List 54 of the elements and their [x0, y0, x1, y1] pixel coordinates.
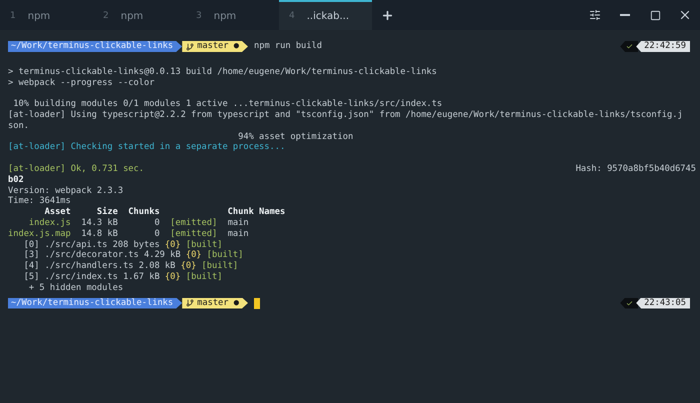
output-text: b02 — [8, 174, 24, 185]
output-text: index.js.map — [8, 228, 71, 239]
close-icon — [678, 8, 692, 22]
output-text: [built] — [200, 261, 238, 272]
output-text: 10% building modules 0/1 modules 1 active ...terminus-clickable-links/src/index.ts — [12, 99, 442, 110]
branch-name: master ● — [197, 298, 239, 309]
output-text: {0} — [186, 250, 202, 260]
output-text: index.js — [28, 218, 71, 228]
output-text: Version: webpack 2.3.3 — [8, 186, 124, 196]
output-text: [emitted] — [170, 218, 218, 228]
output-text: 94% asset optimization — [237, 132, 354, 142]
prompt-time: 22:42:59 — [636, 41, 690, 52]
prompt-path: ~/Work/terminus-clickable-links — [8, 41, 182, 52]
plus-icon — [380, 8, 394, 22]
output-text: son. — [8, 120, 29, 131]
output-text: > terminus-clickable-links@0.0.13 build /home/eugene/Work/terminus-clickable-links — [8, 66, 437, 77]
output-text: [emitted] — [170, 228, 218, 239]
output-text: [3] ./src/decorator.ts 4.29 kB — [22, 250, 182, 260]
output-text: [at-loader] Using typescript@2.2.2 from typescript and "tsconfig.json" from /home/eugene/Work/terminus-clickable-links/tsconfig.j — [8, 110, 683, 120]
output-text: Asset Size Chunks Chunk Names — [44, 207, 286, 218]
output-text: main — [226, 228, 249, 239]
output-text: 14.3 kB 0 — [80, 218, 161, 228]
command-text: npm run build — [254, 41, 322, 52]
output-text: [built] — [184, 240, 222, 250]
minimize-icon — [620, 14, 630, 16]
maximize-icon — [650, 10, 660, 20]
output-text: {0} — [180, 261, 196, 272]
output-text: main — [226, 218, 249, 228]
branch-icon — [186, 42, 194, 50]
output-text: [built] — [206, 250, 244, 260]
output-text: > webpack --progress --color — [8, 78, 154, 88]
terminal-tab[interactable]: 3 npm — [186, 0, 279, 30]
sliders-icon — [589, 9, 601, 21]
terminal-tab[interactable]: 4 ..ickab... — [279, 0, 372, 30]
output-text: [at-loader] Ok, 0.731 sec. — [8, 164, 144, 174]
prompt-time: 22:43:05 — [636, 298, 690, 309]
terminal-tab[interactable]: 2 npm — [93, 0, 186, 30]
output-text: Time: 3641ms — [8, 196, 71, 206]
branch-name: master ● — [197, 41, 239, 52]
output-text: [4] ./src/handlers.ts 2.08 kB — [22, 261, 176, 272]
output-text: + 5 hidden modules — [28, 282, 124, 293]
output-text: {0} — [164, 272, 181, 282]
output-text: 14.8 kB 0 — [80, 228, 161, 239]
check-icon — [626, 300, 633, 307]
output-text: [0] ./src/api.ts 208 bytes — [22, 240, 161, 250]
output-text: [built] — [184, 272, 222, 282]
terminal-tab[interactable]: 1 npm — [0, 0, 93, 30]
output-text: {0} — [164, 240, 181, 250]
output-text: [5] ./src/index.ts 1.67 kB — [22, 272, 161, 282]
output-text: Hash: 9570a8bf5b40d6745 — [576, 164, 696, 175]
prompt-path: ~/Work/terminus-clickable-links — [8, 298, 182, 309]
check-icon — [626, 43, 633, 50]
branch-icon — [186, 299, 194, 308]
output-text: [at-loader] Checking started in a separate process... — [8, 142, 286, 152]
